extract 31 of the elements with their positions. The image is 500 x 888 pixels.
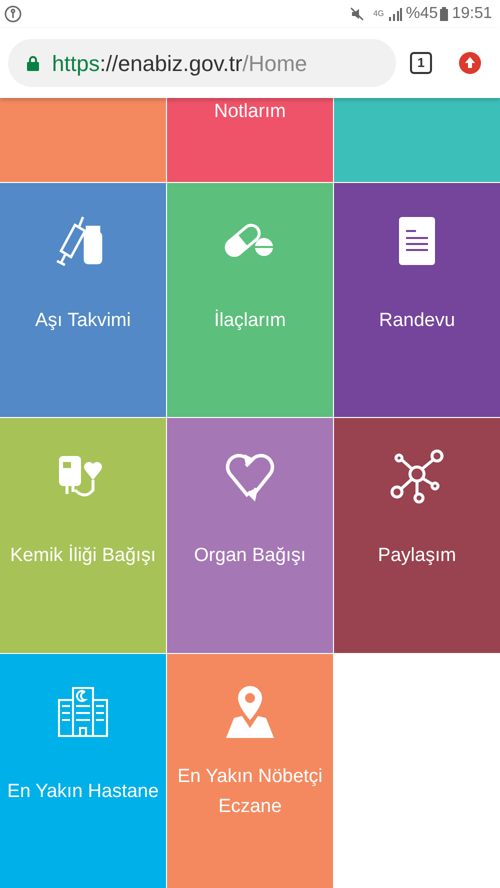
menu-tile[interactable] (0, 98, 166, 182)
battery-percent: %45 (406, 4, 438, 24)
lock-icon (26, 55, 40, 71)
menu-tile[interactable] (334, 98, 500, 182)
tile-label: En Yakın Nöbetçi Eczane (176, 764, 324, 819)
battery-icon (440, 7, 448, 21)
address-field[interactable]: https://enabiz.gov.tr/Home (8, 39, 396, 87)
menu-tile[interactable]: En Yakın Nöbetçi Eczane (167, 654, 333, 888)
info-icon (4, 5, 22, 23)
menu-tile[interactable]: Kemik İliği Bağışı (0, 418, 166, 653)
tab-count-button[interactable]: 1 (410, 52, 432, 74)
mute-icon (349, 6, 366, 22)
clock: 19:51 (452, 4, 492, 24)
tile-label: Notlarım (214, 100, 286, 124)
menu-tile[interactable]: Organ Bağışı (167, 418, 333, 653)
tile-label: Paylaşım (378, 544, 456, 568)
menu-tile[interactable]: Aşı Takvimi (0, 183, 166, 418)
tile-label: En Yakın Hastane (7, 780, 159, 804)
tile-label: Randevu (378, 309, 456, 333)
menu-tile[interactable]: İlaçlarım (167, 183, 333, 418)
menu-tile[interactable]: Paylaşım (334, 418, 500, 653)
upload-icon[interactable] (458, 51, 482, 75)
menu-tile[interactable]: Notlarım (167, 98, 333, 182)
signal-icon (388, 7, 402, 21)
tile-label: Aşı Takvimi (35, 309, 131, 333)
network-label: 4G (373, 10, 384, 18)
tile-label: Kemik İliği Bağışı (10, 544, 156, 568)
tile-label: İlaçlarım (214, 308, 286, 333)
tile-label: Organ Bağışı (194, 544, 306, 568)
menu-tile[interactable]: En Yakın Hastane (0, 654, 166, 888)
menu-tile[interactable]: Randevu (334, 183, 500, 418)
